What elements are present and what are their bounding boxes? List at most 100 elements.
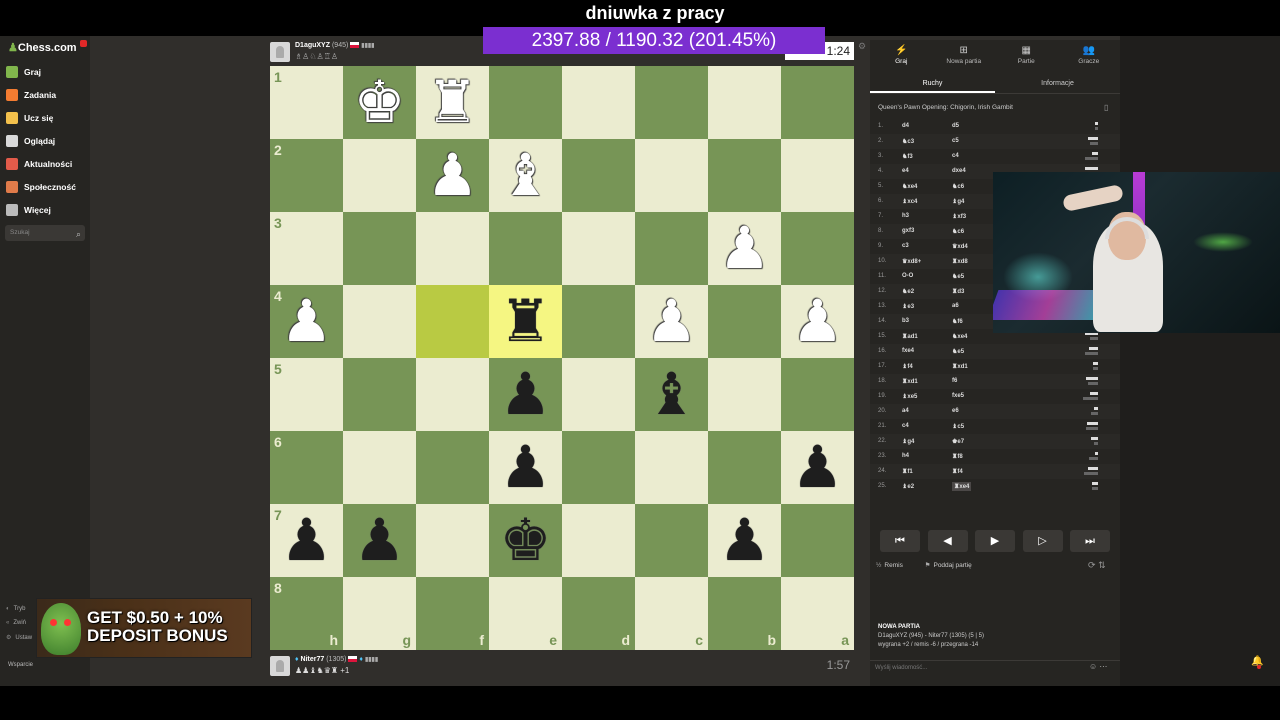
- board-square[interactable]: ♜: [489, 285, 562, 358]
- board-square[interactable]: ♟: [781, 285, 854, 358]
- black-move[interactable]: ♞c6: [952, 228, 964, 235]
- black-piece[interactable]: ♚: [489, 504, 562, 577]
- white-piece[interactable]: ♚: [343, 66, 416, 139]
- white-move[interactable]: ♛xd8+: [902, 258, 921, 265]
- tab-info[interactable]: Informacje: [995, 74, 1120, 93]
- black-move[interactable]: ♜xd8: [952, 258, 968, 265]
- board-square[interactable]: [416, 358, 489, 431]
- white-move[interactable]: ♝f4: [902, 363, 913, 370]
- board-square[interactable]: ♚: [343, 66, 416, 139]
- board-square[interactable]: a: [781, 577, 854, 650]
- sidebar-bottom-item-theme[interactable]: ◐ Tryb: [6, 606, 25, 612]
- black-move[interactable]: ♛xd4: [952, 243, 968, 250]
- board-square[interactable]: 6: [270, 431, 343, 504]
- white-move[interactable]: h3: [902, 213, 909, 219]
- white-move[interactable]: ♝xe5: [902, 393, 917, 400]
- white-move[interactable]: h4: [902, 453, 909, 459]
- more-icon[interactable]: ⋯: [1099, 662, 1107, 671]
- player-name[interactable]: D1aguXYZ (945) ▮▮▮▮: [295, 42, 374, 49]
- board-square[interactable]: [781, 504, 854, 577]
- board-square[interactable]: [781, 358, 854, 431]
- board-square[interactable]: [781, 66, 854, 139]
- white-move[interactable]: ♜xd1: [902, 378, 918, 385]
- board-settings-icon[interactable]: ⚙: [858, 41, 866, 52]
- board-square[interactable]: f: [416, 577, 489, 650]
- board-square[interactable]: [708, 66, 781, 139]
- player-username[interactable]: D1aguXYZ: [295, 42, 330, 49]
- board-square[interactable]: [416, 504, 489, 577]
- chat-input[interactable]: Wyślij wiadomość...: [870, 660, 1120, 676]
- chat-emoji-icons[interactable]: ☺ ⋯: [1089, 662, 1107, 671]
- black-move[interactable]: ♞xe4: [952, 333, 967, 340]
- board-square[interactable]: ♜: [416, 66, 489, 139]
- black-move[interactable]: dxe4: [952, 168, 966, 174]
- next-move-button[interactable]: ▷: [1022, 530, 1063, 552]
- white-move[interactable]: ♜f1: [902, 468, 913, 475]
- board-square[interactable]: [562, 285, 635, 358]
- board-square[interactable]: ♚: [489, 504, 562, 577]
- white-move[interactable]: fxe4: [902, 348, 914, 354]
- white-move[interactable]: gxf3: [902, 228, 914, 234]
- black-piece[interactable]: ♟: [781, 431, 854, 504]
- chess-board[interactable]: 1 ♚ ♜ 2 ♟ ♝ 3 ♟ 4 ♟ ♜ ♟ ♟ 5 ♟ ♝ 6 ♟ ♟ 7 ♟ ♟ ♚ ♟ 8 h g f e d c b a: [270, 66, 854, 650]
- board-square[interactable]: [635, 66, 708, 139]
- black-move[interactable]: e6: [952, 408, 959, 414]
- board-square[interactable]: [343, 212, 416, 285]
- black-move[interactable]: f6: [952, 378, 957, 384]
- board-square[interactable]: [635, 504, 708, 577]
- white-move[interactable]: e4: [902, 168, 909, 174]
- board-square[interactable]: d: [562, 577, 635, 650]
- board-square[interactable]: ♟: [489, 358, 562, 431]
- black-move[interactable]: ♜xd1: [952, 363, 968, 370]
- sidebar-item-4[interactable]: Aktualności: [6, 155, 72, 173]
- first-move-button[interactable]: ⏮: [880, 530, 920, 552]
- board-square[interactable]: [708, 431, 781, 504]
- board-square[interactable]: [562, 66, 635, 139]
- board-square[interactable]: [781, 212, 854, 285]
- black-move[interactable]: a6: [952, 303, 959, 309]
- board-square[interactable]: ♝: [489, 139, 562, 212]
- player-username[interactable]: Niter77: [301, 656, 325, 663]
- board-square[interactable]: [708, 285, 781, 358]
- black-piece[interactable]: ♟: [708, 504, 781, 577]
- white-move[interactable]: b3: [902, 318, 909, 324]
- white-piece[interactable]: ♟: [270, 285, 343, 358]
- search-icon[interactable]: ⌕: [76, 226, 81, 242]
- board-square[interactable]: [708, 358, 781, 431]
- black-piece[interactable]: ♝: [635, 358, 708, 431]
- board-square[interactable]: [562, 212, 635, 285]
- white-piece[interactable]: ♟: [635, 285, 708, 358]
- white-move[interactable]: ♝e3: [902, 303, 914, 310]
- black-move[interactable]: ♜f4: [952, 468, 963, 475]
- tab-0[interactable]: ⚡ Graj: [870, 40, 933, 72]
- ad-banner[interactable]: GET $0.50 + 10% DEPOSIT BONUS: [36, 598, 252, 658]
- board-square[interactable]: [416, 212, 489, 285]
- tab-1[interactable]: ⊞ Nowa partia: [933, 40, 996, 72]
- board-square[interactable]: [416, 285, 489, 358]
- board-square[interactable]: [343, 139, 416, 212]
- board-square[interactable]: [343, 431, 416, 504]
- board-square[interactable]: [781, 139, 854, 212]
- sidebar-item-3[interactable]: Oglądaj: [6, 132, 55, 150]
- board-square[interactable]: 8h: [270, 577, 343, 650]
- board-square[interactable]: c: [635, 577, 708, 650]
- board-square[interactable]: ♟: [635, 285, 708, 358]
- board-square[interactable]: [343, 358, 416, 431]
- share-icon[interactable]: ⟳: [1088, 560, 1096, 570]
- board-square[interactable]: [343, 285, 416, 358]
- sidebar-item-5[interactable]: Społeczność: [6, 178, 76, 196]
- board-square[interactable]: [635, 212, 708, 285]
- white-move[interactable]: ♝xc4: [902, 198, 917, 205]
- sidebar-item-2[interactable]: Ucz się: [6, 109, 53, 127]
- board-square[interactable]: [489, 212, 562, 285]
- sidebar-item-0[interactable]: Graj: [6, 63, 41, 81]
- white-move[interactable]: O-O: [902, 273, 913, 279]
- black-piece[interactable]: ♟: [270, 504, 343, 577]
- black-move[interactable]: c5: [952, 138, 959, 144]
- white-piece[interactable]: ♟: [781, 285, 854, 358]
- white-move[interactable]: ♜ad1: [902, 333, 918, 340]
- avatar[interactable]: [270, 656, 290, 676]
- sidebar-item-1[interactable]: Zadania: [6, 86, 56, 104]
- board-square[interactable]: 7 ♟: [270, 504, 343, 577]
- resign-button[interactable]: ⚑ Poddaj partię: [925, 562, 982, 569]
